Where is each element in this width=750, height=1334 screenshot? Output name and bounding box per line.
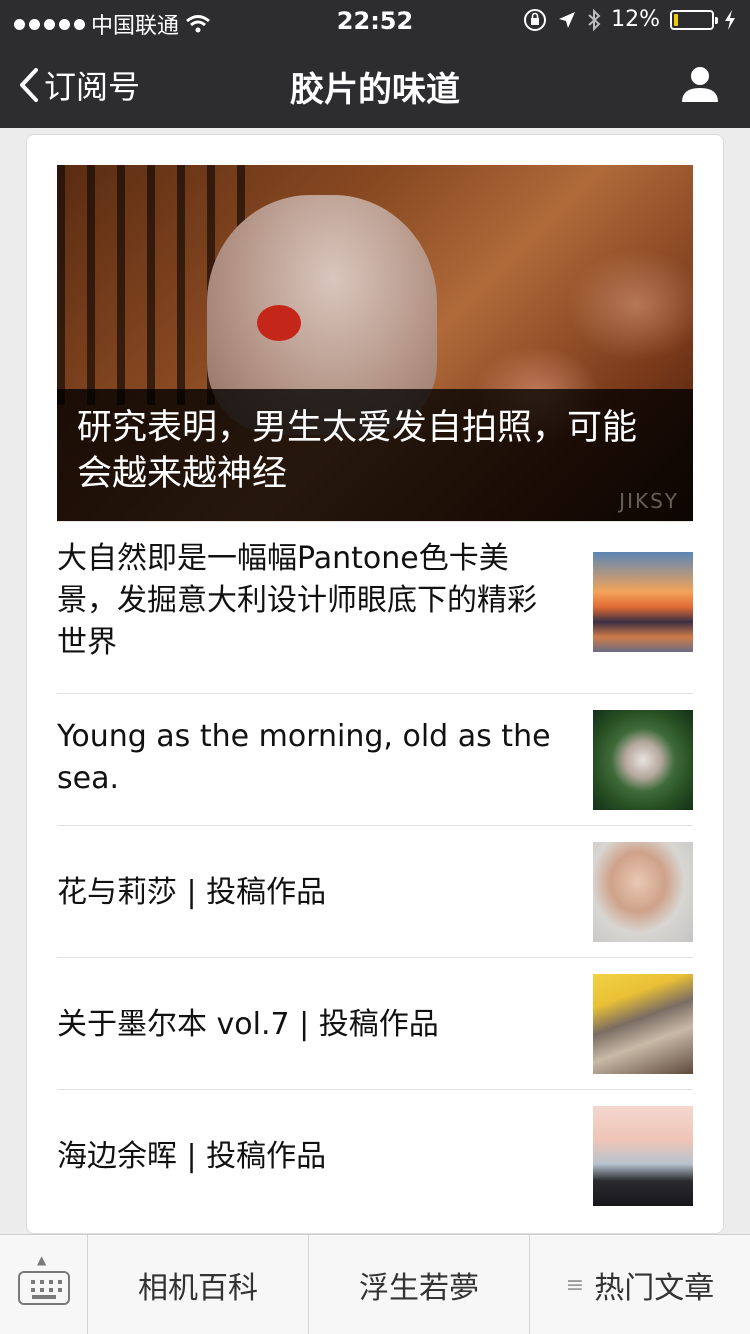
location-arrow-icon xyxy=(559,11,576,28)
battery-level xyxy=(674,13,678,26)
menu-camera-encyclopedia[interactable]: 相机百科 xyxy=(88,1235,309,1334)
battery-icon xyxy=(670,9,718,30)
status-right: 12% xyxy=(523,7,736,32)
menu-floating-life[interactable]: 浮生若夢 xyxy=(309,1235,530,1334)
article-thumbnail xyxy=(593,974,693,1074)
bottom-menu-bar: ▲ 相机百科 浮生若夢 ≡ 热门文章 xyxy=(0,1234,750,1334)
navigation-bar: 订阅号 胶片的味道 xyxy=(0,40,750,128)
caret-up-icon: ▲ xyxy=(37,1253,47,1267)
top-bar: 中国联通 22:52 12% 订阅号 胶片的味道 xyxy=(0,0,750,128)
battery-percent: 12% xyxy=(611,7,660,32)
list-item[interactable]: 海边余晖 | 投稿作品 xyxy=(57,1089,693,1221)
article-card: 研究表明，男生太爱发自拍照，可能会越来越神经 JIKSY 大自然即是一幅幅Pan… xyxy=(26,134,724,1234)
list-item[interactable]: 关于墨尔本 vol.7 | 投稿作品 xyxy=(57,957,693,1089)
orientation-lock-icon xyxy=(524,8,547,31)
featured-article[interactable]: 研究表明，男生太爱发自拍照，可能会越来越神经 JIKSY xyxy=(57,165,693,521)
keyboard-toggle-button[interactable]: ▲ xyxy=(0,1235,88,1334)
article-title: 花与莉莎 | 投稿作品 xyxy=(57,875,327,910)
keyboard-icon xyxy=(18,1271,70,1305)
profile-icon[interactable] xyxy=(680,64,720,104)
article-thumbnail xyxy=(593,710,693,810)
status-bar: 中国联通 22:52 12% xyxy=(0,0,750,40)
page-title: 胶片的味道 xyxy=(290,70,460,110)
article-thumbnail xyxy=(593,552,693,652)
article-list: 大自然即是一幅幅Pantone色卡美景，发掘意大利设计师眼底下的精彩世界 You… xyxy=(57,521,693,1221)
submenu-icon: ≡ xyxy=(565,1272,585,1298)
list-item[interactable]: Young as the morning, old as the sea. xyxy=(57,693,693,825)
charging-bolt-icon xyxy=(725,9,735,30)
watermark-logo: JIKSY xyxy=(619,489,679,513)
bluetooth-icon xyxy=(588,8,601,31)
featured-article-title: 研究表明，男生太爱发自拍照，可能会越来越神经 xyxy=(77,408,638,494)
menu-hot-articles[interactable]: ≡ 热门文章 xyxy=(530,1235,750,1334)
list-item[interactable]: 大自然即是一幅幅Pantone色卡美景，发掘意大利设计师眼底下的精彩世界 xyxy=(57,521,693,693)
article-title: 关于墨尔本 vol.7 | 投稿作品 xyxy=(57,1007,439,1042)
menu-label: 热门文章 xyxy=(594,1271,715,1306)
article-title: 大自然即是一幅幅Pantone色卡美景，发掘意大利设计师眼底下的精彩世界 xyxy=(57,541,537,660)
article-thumbnail xyxy=(593,1106,693,1206)
hero-image-detail xyxy=(257,305,301,341)
list-item[interactable]: 花与莉莎 | 投稿作品 xyxy=(57,825,693,957)
menu-label: 相机百科 xyxy=(138,1271,258,1306)
menu-label: 浮生若夢 xyxy=(359,1271,479,1306)
article-title: Young as the morning, old as the sea. xyxy=(57,719,551,796)
article-title: 海边余晖 | 投稿作品 xyxy=(57,1139,327,1174)
article-thumbnail xyxy=(593,842,693,942)
